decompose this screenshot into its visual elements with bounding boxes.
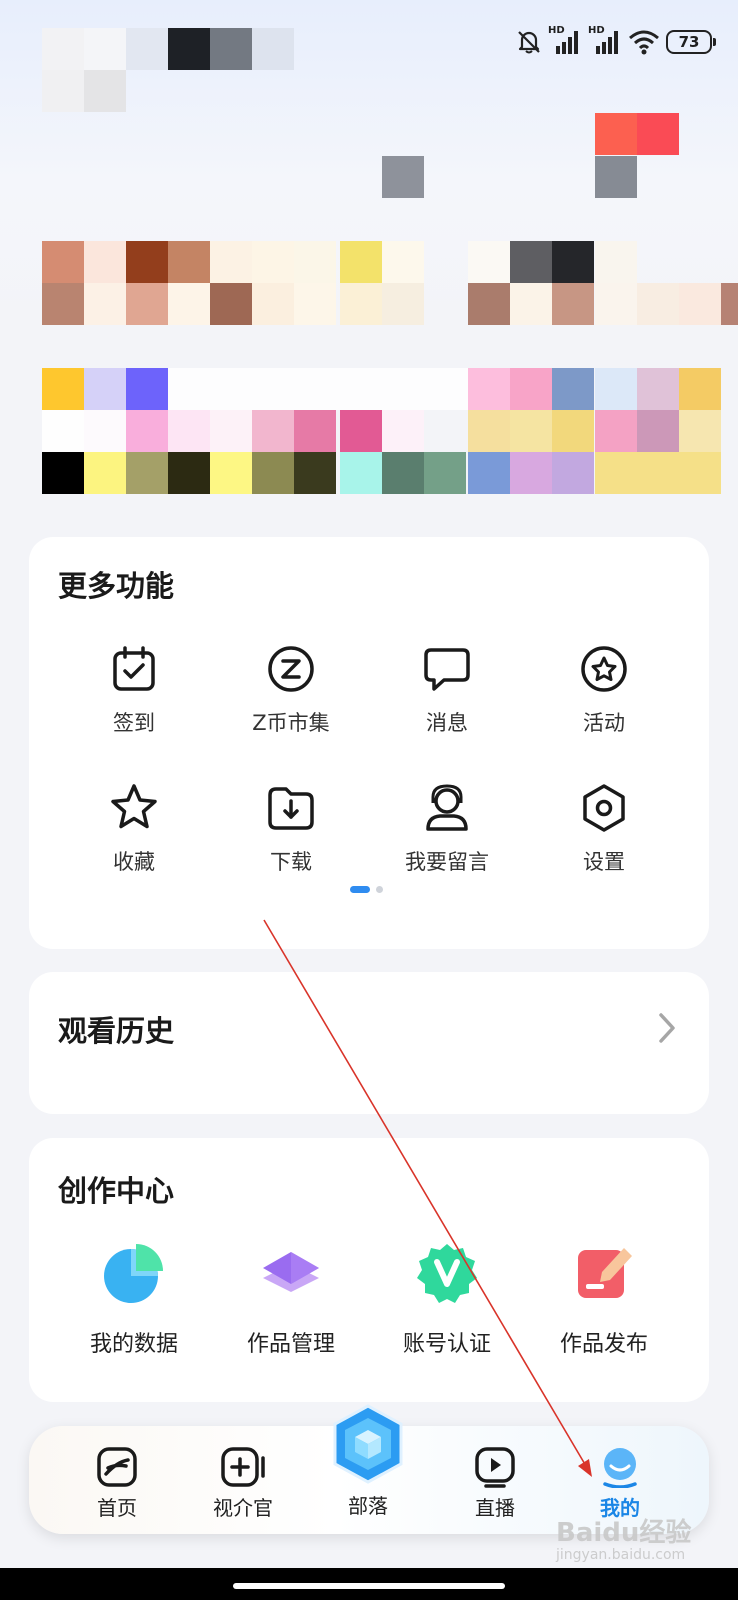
watch-history-card[interactable]: 观看历史 (29, 972, 709, 1114)
creator-label: 我的数据 (89, 1332, 178, 1357)
tab-live[interactable]: 直播 (440, 1446, 550, 1521)
tab-tribe[interactable]: 部落 (313, 1490, 423, 1519)
creator-label: 作品管理 (246, 1332, 335, 1357)
feature-messages[interactable]: 消息 (369, 643, 525, 737)
feature-label: 签到 (113, 711, 155, 735)
home-indicator[interactable] (233, 1583, 505, 1589)
z-coin-icon (268, 646, 314, 692)
tab-me[interactable]: 我的 (565, 1446, 675, 1521)
tab-tribe-button[interactable] (331, 1404, 405, 1484)
chevron-right-icon[interactable] (657, 1012, 677, 1044)
home-icon (97, 1447, 137, 1487)
calendar-check-icon (113, 646, 155, 691)
feature-leave-message[interactable]: 我要留言 (369, 782, 525, 876)
feature-label: 收藏 (113, 850, 155, 874)
feature-label: 我要留言 (405, 850, 489, 874)
creator-publish[interactable]: 作品发布 (526, 1242, 682, 1358)
live-play-icon (475, 1447, 515, 1488)
feature-label: 下载 (270, 850, 312, 874)
pie-chart-icon (104, 1244, 163, 1303)
more-features-title: 更多功能 (58, 569, 175, 603)
tab-label: 直播 (475, 1496, 515, 1520)
feature-checkin[interactable]: 签到 (56, 643, 212, 737)
feature-label: 消息 (426, 711, 468, 735)
publish-edit-icon (578, 1248, 632, 1298)
baidu-watermark: Baidu经验 jingyan.baidu.com (556, 1512, 691, 1563)
tribe-cube-icon (333, 1404, 403, 1484)
layers-icon (263, 1252, 319, 1292)
tab-label: 首页 (97, 1496, 137, 1520)
tab-label: 视介官 (213, 1496, 273, 1520)
tab-label: 部落 (348, 1494, 388, 1518)
watch-history-title: 观看历史 (58, 1014, 175, 1048)
page-indicator (350, 886, 383, 893)
tab-video-curator[interactable]: 视介官 (188, 1446, 298, 1521)
feature-zcoin-market[interactable]: Z币市集 (213, 643, 369, 737)
video-add-icon (221, 1447, 265, 1487)
star-icon (111, 784, 157, 829)
blurred-banner (0, 0, 738, 500)
page-dot (376, 886, 383, 893)
creator-works-management[interactable]: 作品管理 (213, 1242, 369, 1358)
creator-label: 作品发布 (559, 1332, 648, 1357)
feature-label: 活动 (583, 711, 625, 735)
watermark-text: Baidu经验 (556, 1518, 692, 1548)
tab-home[interactable]: 首页 (62, 1446, 172, 1521)
creator-account-verification[interactable]: 账号认证 (369, 1242, 525, 1358)
feature-settings[interactable]: 设置 (526, 782, 682, 876)
feature-label: Z币市集 (252, 711, 330, 735)
watermark-url: jingyan.baidu.com (556, 1547, 686, 1563)
settings-hexagon-icon (583, 784, 625, 832)
activity-star-icon (581, 646, 627, 692)
creator-label: 账号认证 (402, 1332, 491, 1357)
headset-icon (426, 784, 468, 831)
feature-downloads[interactable]: 下载 (213, 782, 369, 876)
feature-label: 设置 (583, 850, 625, 874)
feature-favorites[interactable]: 收藏 (56, 782, 212, 876)
page-dot-active (350, 886, 370, 893)
creator-center-title: 创作中心 (58, 1174, 175, 1208)
feature-activity[interactable]: 活动 (526, 643, 682, 737)
verified-badge-icon (417, 1244, 477, 1303)
message-icon (424, 648, 470, 691)
creator-my-data[interactable]: 我的数据 (56, 1242, 212, 1358)
profile-icon (603, 1448, 637, 1488)
download-folder-icon (268, 787, 314, 830)
